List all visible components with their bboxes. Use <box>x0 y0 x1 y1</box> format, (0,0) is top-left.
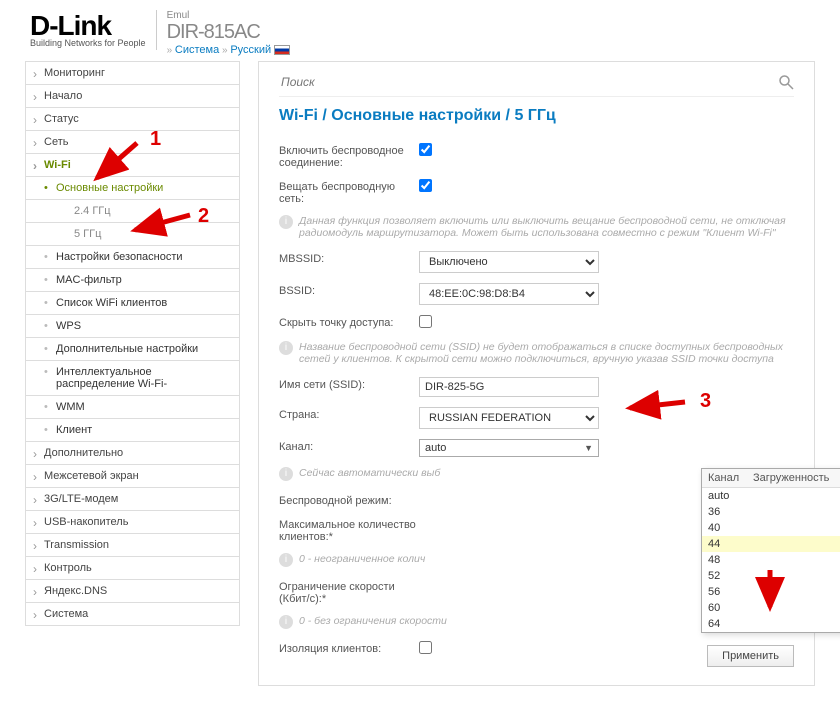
select-bssid[interactable]: 48:EE:0C:98:D8:B4 <box>419 283 599 305</box>
device-model: DIR-815AC <box>167 21 290 44</box>
sidebar-sub-macfilter[interactable]: MAC-фильтр <box>25 269 240 292</box>
sidebar-sub-security[interactable]: Настройки безопасности <box>25 246 240 269</box>
sidebar-item-control[interactable]: Контроль <box>25 557 240 580</box>
annotation-num-1: 1 <box>150 128 161 151</box>
label-mbssid: MBSSID: <box>279 251 419 265</box>
sidebar-sub-clientlist[interactable]: Список WiFi клиентов <box>25 292 240 315</box>
header-links: » Система » Русский <box>167 44 290 56</box>
sidebar-sub-wmm[interactable]: WMM <box>25 396 240 419</box>
sidebar-item-start[interactable]: Начало <box>25 85 240 108</box>
label-enable-wireless: Включить беспроводное соединение: <box>279 143 419 169</box>
sidebar-item-firewall[interactable]: Межсетевой экран <box>25 465 240 488</box>
flag-icon <box>274 45 290 55</box>
main-panel: Wi-Fi / Основные настройки / 5 ГГц Включ… <box>258 61 815 686</box>
info-icon: i <box>279 553 293 567</box>
channel-option[interactable]: 48 <box>702 552 840 568</box>
header-info: Emul DIR-815AC » Система » Русский <box>167 10 290 56</box>
info-icon: i <box>279 215 293 229</box>
sidebar-sub-client[interactable]: Клиент <box>25 419 240 442</box>
select-mbssid[interactable]: Выключено <box>419 251 599 273</box>
channel-option[interactable]: 52 <box>702 568 840 584</box>
sidebar-item-usb[interactable]: USB-накопитель <box>25 511 240 534</box>
brand-logo: D-Link Building Networks for People <box>30 10 146 48</box>
header: D-Link Building Networks for People Emul… <box>0 0 840 61</box>
channel-option[interactable]: 40 <box>702 520 840 536</box>
sidebar-item-system[interactable]: Система <box>25 603 240 626</box>
hint-hide: i Название беспроводной сети (SSID) не б… <box>279 341 794 365</box>
channel-dropdown[interactable]: Канал Загруженность auto3640444852566064 <box>701 468 840 633</box>
label-channel: Канал: <box>279 439 419 453</box>
sidebar-item-3g[interactable]: 3G/LTE-модем <box>25 488 240 511</box>
sidebar-item-transmission[interactable]: Transmission <box>25 534 240 557</box>
sidebar-item-network[interactable]: Сеть <box>25 131 240 154</box>
checkbox-enable-wireless[interactable] <box>419 143 432 156</box>
select-channel[interactable]: auto ▼ <box>419 439 599 457</box>
info-icon: i <box>279 615 293 629</box>
label-hide-ap: Скрыть точку доступа: <box>279 315 419 329</box>
channel-option[interactable]: 64 <box>702 616 840 632</box>
sidebar-item-monitoring[interactable]: Мониторинг <box>25 61 240 85</box>
sidebar-sub-basic[interactable]: Основные настройки <box>25 177 240 200</box>
annotation-num-2: 2 <box>198 205 209 228</box>
channel-option[interactable]: 36 <box>702 504 840 520</box>
chevron-down-icon: ▼ <box>584 443 593 453</box>
label-max-clients: Максимальное количество клиентов:* <box>279 517 419 543</box>
sidebar-sub-advanced[interactable]: Дополнительные настройки <box>25 338 240 361</box>
link-language[interactable]: Русский <box>230 44 271 56</box>
divider <box>156 10 157 50</box>
checkbox-hide-ap[interactable] <box>419 315 432 328</box>
label-bssid: BSSID: <box>279 283 419 297</box>
dropdown-header: Канал Загруженность <box>702 469 840 488</box>
search-icon[interactable] <box>778 74 794 90</box>
page-title: Wi-Fi / Основные настройки / 5 ГГц <box>279 107 794 125</box>
channel-option[interactable]: 56 <box>702 584 840 600</box>
sidebar-item-additional[interactable]: Дополнительно <box>25 442 240 465</box>
info-icon: i <box>279 467 293 481</box>
sidebar: Мониторинг Начало Статус Сеть Wi-Fi Осно… <box>25 61 240 686</box>
sidebar-sub-smart[interactable]: Интеллектуальное распределение Wi-Fi- <box>25 361 240 396</box>
channel-option[interactable]: auto <box>702 488 840 504</box>
info-icon: i <box>279 341 293 355</box>
link-system[interactable]: Система <box>175 44 219 56</box>
apply-button[interactable]: Применить <box>707 645 794 667</box>
emul-label: Emul <box>167 10 290 21</box>
sidebar-item-status[interactable]: Статус <box>25 108 240 131</box>
sidebar-item-wifi[interactable]: Wi-Fi <box>25 154 240 177</box>
channel-option[interactable]: 44 <box>702 536 840 552</box>
label-ssid: Имя сети (SSID): <box>279 377 419 391</box>
annotation-num-3: 3 <box>700 390 711 413</box>
sidebar-sub-wps[interactable]: WPS <box>25 315 240 338</box>
brand-tagline: Building Networks for People <box>30 38 146 48</box>
sidebar-item-yandexdns[interactable]: Яндекс.DNS <box>25 580 240 603</box>
search-input[interactable] <box>279 74 778 90</box>
label-wireless-mode: Беспроводной режим: <box>279 493 419 507</box>
checkbox-isolate[interactable] <box>419 641 432 654</box>
hint-broadcast: i Данная функция позволяет включить или … <box>279 215 794 239</box>
select-country[interactable]: RUSSIAN FEDERATION <box>419 407 599 429</box>
label-broadcast: Вещать беспроводную сеть: <box>279 179 419 205</box>
label-speed-limit: Ограничение скорости (Кбит/с):* <box>279 579 419 605</box>
label-country: Страна: <box>279 407 419 421</box>
search-row <box>279 74 794 97</box>
checkbox-broadcast[interactable] <box>419 179 432 192</box>
channel-option[interactable]: 60 <box>702 600 840 616</box>
input-ssid[interactable] <box>419 377 599 397</box>
